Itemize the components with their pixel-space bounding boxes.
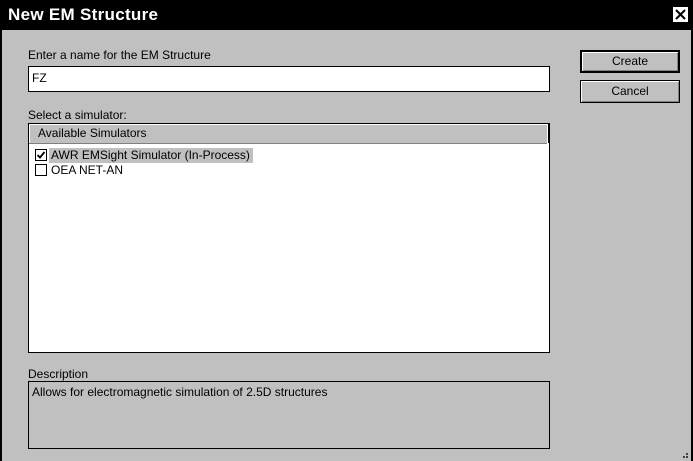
simulator-label-oea-net-an: OEA NET-AN [51,163,124,177]
structure-name-value: FZ [32,71,47,85]
dialog-title: New EM Structure [8,5,159,24]
description-box: Allows for electromagnetic simulation of… [28,381,550,449]
create-button[interactable]: Create [580,50,680,73]
resize-grip-icon[interactable] [679,449,689,459]
simulator-label-emsight: AWR EMSight Simulator (In-Process) [49,148,253,163]
column-header-available-simulators[interactable]: Available Simulators [29,124,549,143]
description-label: Description [28,367,89,381]
name-label: Enter a name for the EM Structure [28,48,211,62]
simulator-checkbox-emsight[interactable] [35,149,47,161]
title-bar[interactable]: New EM Structure [2,0,691,30]
close-button[interactable] [672,6,689,23]
structure-name-input[interactable]: FZ [28,66,550,92]
cancel-button[interactable]: Cancel [580,80,680,103]
simulator-list[interactable]: Available Simulators AWR EMSight Simulat… [28,123,550,353]
checkmark-icon [36,151,46,159]
description-text: Allows for electromagnetic simulation of… [32,385,328,399]
list-header: Available Simulators [29,124,549,144]
new-em-structure-dialog: New EM Structure Enter a name for the EM… [0,0,693,461]
simulator-label: Select a simulator: [28,108,127,122]
close-icon [675,9,686,20]
simulator-checkbox-oea-net-an[interactable] [35,164,47,176]
